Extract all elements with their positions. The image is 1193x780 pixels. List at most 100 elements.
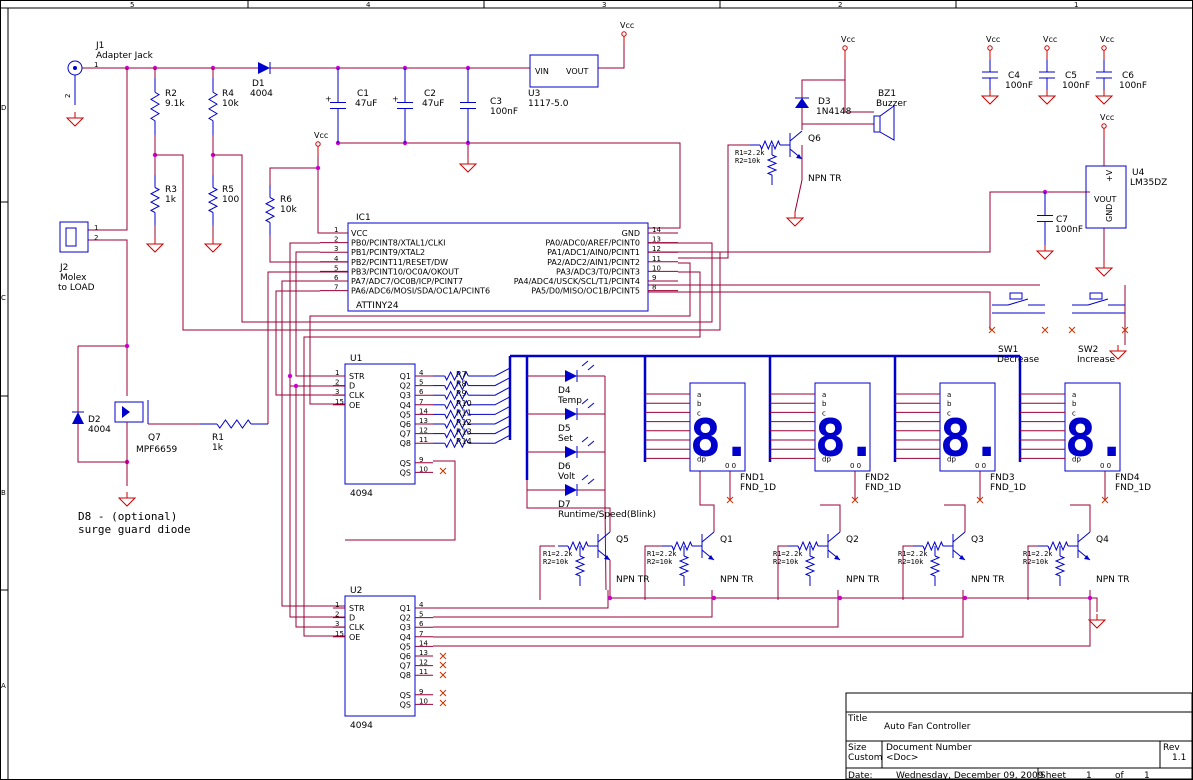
wire <box>269 150 319 185</box>
label: FND_1D <box>865 483 901 493</box>
label: Document Number <box>886 743 972 753</box>
label: D <box>349 614 355 623</box>
label: Decrease <box>997 355 1040 365</box>
junction-dot <box>124 343 130 349</box>
label: 4004 <box>88 425 111 435</box>
ground-symbol <box>1087 619 1107 629</box>
label: Q4 <box>1096 535 1109 545</box>
label: SW2 <box>1078 345 1098 355</box>
label: GND <box>622 229 640 238</box>
bus-entry <box>480 377 511 387</box>
line <box>701 531 715 543</box>
label: +V <box>1105 169 1114 182</box>
digit-glyph: 8. <box>690 409 753 469</box>
pin-num: 2 <box>94 234 98 242</box>
label: LM35DZ <box>1130 178 1167 188</box>
label: Q7 <box>400 662 411 671</box>
schematic-sheet: + + 5 4 3 2 1DCBAJ1Adapter Jack12D14004VIN VOU… <box>0 0 1193 780</box>
label: IC1 <box>356 213 371 223</box>
label: PB0/PCINT8/XTAL1/CLKI <box>351 239 446 248</box>
label: Rev <box>1163 743 1180 753</box>
label: 1 <box>1086 771 1092 780</box>
label: R9 <box>456 389 467 398</box>
wires <box>77 44 1126 647</box>
label: FND2 <box>865 473 890 483</box>
label: U1 <box>350 354 362 364</box>
label: D4 <box>558 386 571 396</box>
outer-border <box>0 0 1193 780</box>
label: 2 <box>334 236 338 244</box>
diode-d2 <box>72 412 84 424</box>
label: Vcc <box>841 35 855 44</box>
wire <box>820 504 841 532</box>
resistor-symbol <box>264 197 276 223</box>
label: to LOAD <box>58 283 95 293</box>
label: VCC <box>351 229 368 238</box>
label: R11 <box>456 408 472 417</box>
title-frame <box>845 692 1193 780</box>
label: R2=10k <box>773 558 799 566</box>
label: 7 <box>419 630 423 638</box>
wire <box>88 68 128 231</box>
label: C6 <box>1122 71 1134 81</box>
led-symbol <box>565 408 577 420</box>
label: Q7 <box>148 433 161 443</box>
label: 7 <box>419 398 423 406</box>
label: Q5 <box>400 642 411 651</box>
label: Q7 <box>400 430 411 439</box>
label: Q5 <box>400 410 411 419</box>
no-connect-mark <box>439 467 447 475</box>
label: J1 <box>95 41 104 51</box>
label: a <box>697 391 701 399</box>
diode-d3 <box>795 98 809 108</box>
label: 2 <box>335 379 339 387</box>
label: C5 <box>1065 71 1077 81</box>
label: QS <box>400 700 411 709</box>
label: R4 <box>222 89 234 99</box>
label: VOUT <box>566 67 588 76</box>
label: PA1/ADC1/AIN0/PCINT1 <box>547 248 640 257</box>
label: b <box>1072 400 1077 408</box>
labels: 5 4 3 2 1DCBAJ1Adapter Jack12D14004VIN VOUTU3… <box>1 1 1167 731</box>
label: 4094 <box>350 721 373 731</box>
label: b <box>697 400 702 408</box>
label: surge guard diode <box>78 523 191 536</box>
label: 1k <box>165 195 177 205</box>
wire <box>433 590 964 638</box>
label: 1 <box>1144 771 1150 780</box>
label: R2=10k <box>898 558 924 566</box>
label: D2 <box>88 415 101 425</box>
pin-num: 1 <box>94 61 98 69</box>
wire <box>338 142 681 229</box>
label: QS <box>400 691 411 700</box>
label: NPN TR <box>971 575 1005 585</box>
molex-body <box>65 227 77 247</box>
zone-label: B <box>1 489 6 497</box>
label: VIN <box>535 67 549 76</box>
label: of <box>1115 771 1125 780</box>
label: Q6 <box>808 134 821 144</box>
wire <box>944 504 966 532</box>
vcc-symbol <box>1101 45 1107 51</box>
label: 15 <box>335 398 344 406</box>
plus-mark: + <box>325 95 332 104</box>
buzzer-horn <box>879 105 895 141</box>
zone-label: 5 <box>130 1 134 9</box>
wire <box>609 560 1098 612</box>
label: 4094 <box>350 489 373 499</box>
no-connect-mark <box>1041 326 1049 334</box>
label: R5 <box>222 185 234 195</box>
junction-dot <box>293 383 299 389</box>
label: 4 <box>419 369 424 377</box>
label: R2=10k <box>1023 558 1049 566</box>
zone-label: C <box>1 294 6 302</box>
junction-dot <box>962 595 968 601</box>
label: 10 <box>419 465 428 473</box>
label: 9 <box>419 456 423 464</box>
bus-entry <box>480 425 511 435</box>
label: 100nF <box>1119 81 1147 91</box>
wire <box>317 168 348 234</box>
vcc-symbol <box>987 45 993 51</box>
label: CLK <box>349 623 365 632</box>
label: Runtime/Speed(Blink) <box>558 510 656 520</box>
